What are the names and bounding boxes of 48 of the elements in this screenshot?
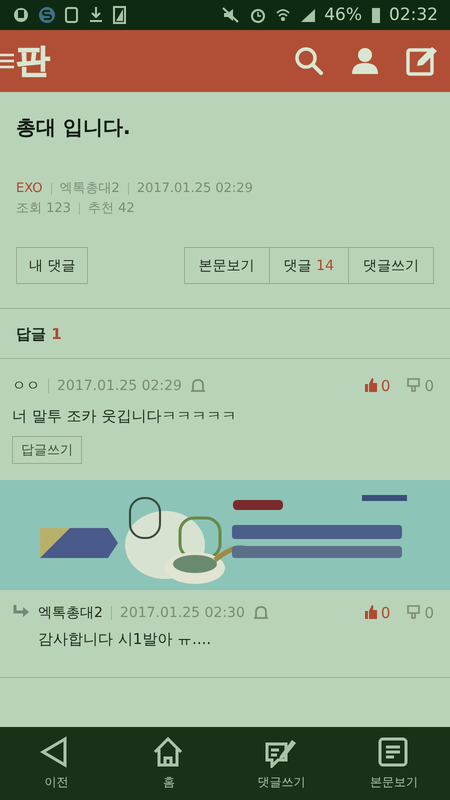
alarm-bell-icon — [252, 605, 269, 621]
author-name: 엑톡총대2 — [60, 180, 120, 198]
clock: 02:32 — [389, 5, 438, 25]
comment-author: 엑톡총대2 — [38, 604, 103, 622]
reply-button[interactable]: 답글쓰기 — [12, 436, 82, 464]
thumbs-up-icon — [362, 604, 378, 620]
profile-button[interactable] — [350, 46, 380, 76]
menu-icon — [0, 52, 14, 70]
search-icon — [294, 46, 324, 76]
thumbs-down-icon — [406, 604, 422, 620]
battery-level: 46% — [324, 5, 362, 25]
signal-icon — [299, 6, 316, 24]
battery-icon — [370, 6, 381, 24]
nav-button[interactable]: 댓글쓰기 — [225, 727, 338, 800]
person-icon — [350, 46, 380, 76]
search-button[interactable] — [294, 46, 324, 76]
alarm-icon — [249, 6, 268, 24]
nav-button[interactable]: 이전 — [0, 727, 112, 800]
alarm-bell-icon — [190, 378, 206, 394]
post-date: 2017.01.25 02:29 — [136, 180, 253, 198]
thumbs-up-icon — [362, 377, 378, 393]
thumbs-down-icon — [406, 377, 422, 393]
wifi-icon — [275, 6, 292, 24]
mute-icon — [221, 6, 242, 24]
recommend-count: 추천 42 — [88, 200, 135, 218]
comment-date: 2017.01.25 02:29 — [57, 378, 182, 394]
edit-icon — [406, 46, 438, 76]
write-comment-button[interactable]: 댓글쓰기 — [348, 247, 434, 284]
view-post-button[interactable]: 본문보기 — [184, 247, 270, 284]
nav-button[interactable]: 홈 — [112, 727, 225, 800]
logo[interactable]: 판 — [16, 44, 50, 78]
write-button[interactable] — [406, 46, 438, 76]
phone-icon — [112, 6, 127, 24]
comment-date: 2017.01.25 02:30 — [120, 605, 245, 621]
comment-text: 너 말투 조카 웃깁니다ㅋㅋㅋㅋㅋ — [12, 407, 238, 426]
replies-heading: 답글 1 — [0, 309, 450, 359]
app-icon — [38, 6, 56, 24]
comment-text: 감사합니다 시1발아 ㅠ.... — [38, 630, 212, 649]
nav-button[interactable]: 본문보기 — [338, 727, 450, 800]
tablet-icon — [64, 6, 80, 24]
view-count: 조회 123 — [16, 200, 71, 218]
comment-author: ㅇㅇ — [12, 377, 40, 395]
reply-arrow-icon — [12, 604, 30, 620]
comments-button[interactable]: 댓글 14 — [268, 247, 349, 284]
app-icon — [12, 6, 30, 24]
post-title: 총대 입니다. — [16, 114, 132, 141]
my-comments-button[interactable]: 내 댓글 — [16, 247, 88, 284]
download-icon — [88, 6, 104, 24]
